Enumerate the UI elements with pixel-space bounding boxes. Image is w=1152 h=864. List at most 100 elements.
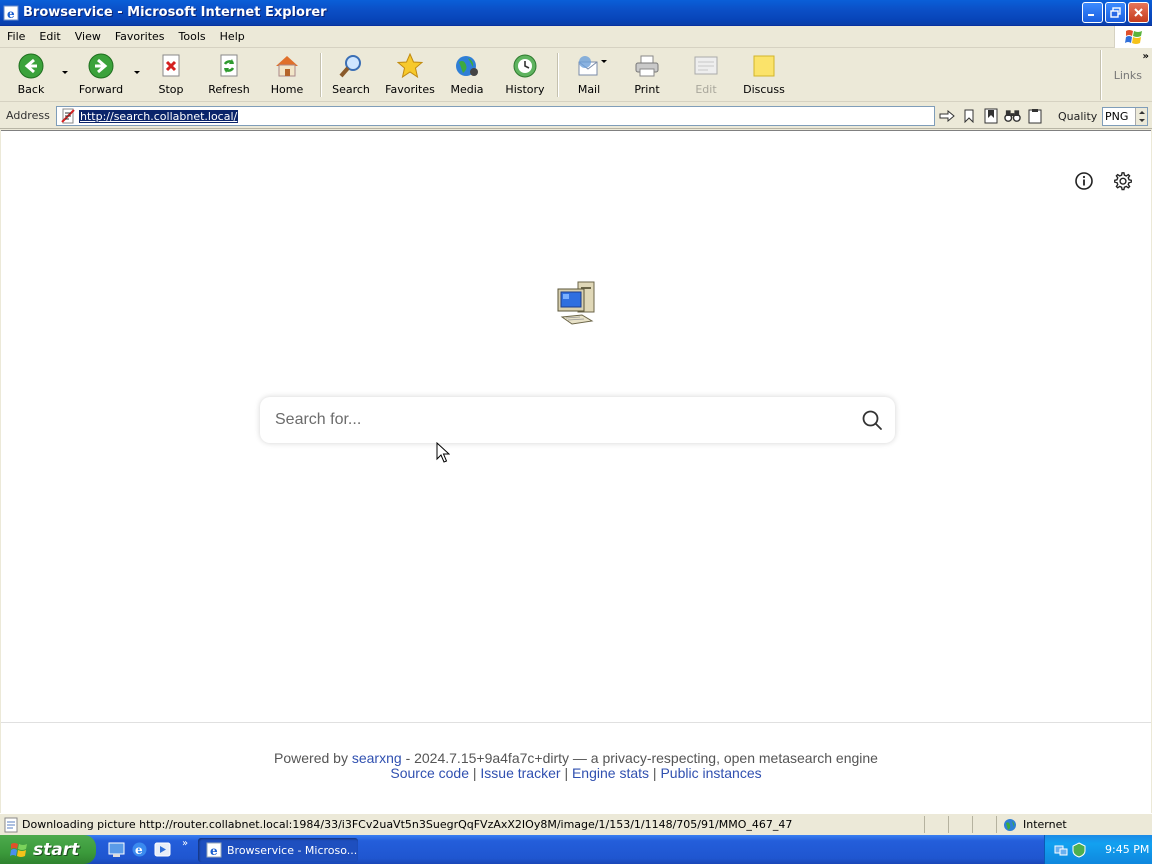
print-label: Print bbox=[634, 83, 660, 96]
page-blocked-icon bbox=[61, 108, 75, 124]
history-label: History bbox=[505, 83, 545, 96]
minimize-button[interactable] bbox=[1082, 2, 1103, 23]
footer-separator: | bbox=[472, 765, 477, 781]
clipboard-icon[interactable] bbox=[1026, 107, 1043, 124]
edit-label: Edit bbox=[695, 83, 717, 96]
taskbar-ie-window[interactable]: e Browservice - Microso... bbox=[198, 838, 358, 862]
status-pane bbox=[948, 816, 972, 833]
forward-label: Forward bbox=[78, 83, 124, 96]
back-arrow-icon bbox=[18, 53, 44, 79]
info-icon[interactable] bbox=[1074, 171, 1094, 191]
menu-view[interactable]: View bbox=[68, 30, 108, 43]
media-button[interactable]: Media bbox=[438, 53, 496, 96]
bookmark-icon[interactable] bbox=[960, 107, 977, 124]
discuss-button[interactable]: Discuss bbox=[735, 53, 793, 96]
footer-separator: | bbox=[652, 765, 657, 781]
start-button[interactable]: start bbox=[0, 835, 96, 864]
restore-icon bbox=[1110, 7, 1121, 18]
zone-label: Internet bbox=[1023, 818, 1067, 831]
menu-file[interactable]: File bbox=[0, 30, 32, 43]
refresh-icon bbox=[220, 54, 238, 77]
issue-tracker-link[interactable]: Issue tracker bbox=[480, 765, 560, 781]
search-toolbar-button[interactable]: Search bbox=[322, 53, 380, 96]
close-button[interactable] bbox=[1128, 2, 1149, 23]
title-bar[interactable]: e Browservice - Microsoft Internet Explo… bbox=[0, 0, 1152, 26]
discuss-label: Discuss bbox=[743, 83, 785, 96]
page-content: Powered by searxng - 2024.7.15+9a4fa7c+d… bbox=[1, 130, 1151, 813]
status-text: Downloading picture http://router.collab… bbox=[22, 818, 793, 831]
go-arrow-icon[interactable] bbox=[938, 107, 955, 124]
toolbar-separator bbox=[1100, 50, 1102, 100]
menu-edit[interactable]: Edit bbox=[32, 30, 67, 43]
quicklaunch-chevron-icon[interactable]: » bbox=[182, 838, 188, 849]
search-toolbar-label: Search bbox=[332, 83, 370, 96]
mouse-cursor-icon bbox=[436, 442, 450, 463]
toolbar: Back Forward Stop Refresh Home Search Fa… bbox=[0, 49, 1152, 102]
bookmarks-list-icon[interactable] bbox=[982, 107, 999, 124]
forward-dropdown-arrow[interactable] bbox=[134, 71, 140, 74]
network-tray-icon[interactable] bbox=[1053, 842, 1069, 858]
source-code-link[interactable]: Source code bbox=[390, 765, 469, 781]
security-tray-icon[interactable] bbox=[1071, 841, 1087, 858]
back-button[interactable]: Back bbox=[2, 53, 60, 96]
home-button[interactable]: Home bbox=[258, 53, 316, 96]
stop-button[interactable]: Stop bbox=[142, 53, 200, 96]
links-button[interactable]: Links bbox=[1114, 69, 1142, 82]
ie-app-icon: e bbox=[3, 5, 19, 21]
search-input[interactable] bbox=[275, 405, 835, 435]
refresh-label: Refresh bbox=[208, 83, 250, 96]
media-label: Media bbox=[450, 83, 484, 96]
toolbar-separator bbox=[557, 53, 559, 97]
menu-tools[interactable]: Tools bbox=[172, 30, 213, 43]
favorites-button[interactable]: Favorites bbox=[381, 53, 439, 96]
security-zone[interactable]: Internet bbox=[996, 816, 1067, 833]
menu-help[interactable]: Help bbox=[213, 30, 252, 43]
history-button[interactable]: History bbox=[496, 53, 554, 96]
history-clock-icon bbox=[513, 54, 537, 78]
search-icon[interactable] bbox=[861, 409, 883, 431]
quality-label: Quality bbox=[1058, 110, 1098, 123]
forward-button[interactable]: Forward bbox=[72, 53, 130, 96]
windows-logo-icon bbox=[10, 842, 27, 857]
powered-by-text: Powered by bbox=[274, 750, 348, 766]
back-dropdown-arrow[interactable] bbox=[62, 71, 68, 74]
restore-button[interactable] bbox=[1105, 2, 1126, 23]
mail-button[interactable]: Mail bbox=[560, 53, 618, 96]
find-binoculars-icon[interactable] bbox=[1004, 107, 1021, 124]
refresh-button[interactable]: Refresh bbox=[200, 53, 258, 96]
quality-spinner[interactable] bbox=[1135, 108, 1147, 125]
media-quicklaunch-icon[interactable] bbox=[154, 841, 171, 858]
engine-stats-link[interactable]: Engine stats bbox=[572, 765, 649, 781]
taskbar: start e » e Browservice - Microso... 9:4… bbox=[0, 835, 1152, 864]
links-chevron-icon[interactable]: » bbox=[1143, 51, 1149, 62]
internet-globe-icon bbox=[1004, 818, 1016, 831]
mail-dropdown-arrow[interactable] bbox=[601, 60, 607, 63]
search-box bbox=[260, 397, 895, 443]
quality-select[interactable]: PNG bbox=[1102, 107, 1148, 126]
printer-icon bbox=[635, 55, 659, 77]
favorites-label: Favorites bbox=[385, 83, 435, 96]
ie-quicklaunch-icon[interactable]: e bbox=[131, 841, 148, 858]
taskbar-item-label: Browservice - Microso... bbox=[227, 843, 358, 857]
searxng-link[interactable]: searxng bbox=[352, 750, 402, 766]
public-instances-link[interactable]: Public instances bbox=[660, 765, 761, 781]
svg-text:e: e bbox=[7, 7, 15, 21]
back-label: Back bbox=[17, 83, 45, 96]
address-input[interactable]: http://search.collabnet.local/ bbox=[56, 106, 935, 126]
footer-powered-line: Powered by searxng - 2024.7.15+9a4fa7c+d… bbox=[1, 750, 1151, 766]
edit-button[interactable]: Edit bbox=[677, 53, 735, 96]
stop-label: Stop bbox=[158, 83, 184, 96]
desktop-quicklaunch-icon[interactable] bbox=[108, 841, 125, 858]
windows-flag-icon bbox=[1114, 26, 1152, 48]
gear-icon[interactable] bbox=[1112, 170, 1134, 192]
home-label: Home bbox=[270, 83, 304, 96]
mail-label: Mail bbox=[577, 83, 601, 96]
forward-arrow-icon bbox=[88, 53, 114, 79]
menu-favorites[interactable]: Favorites bbox=[108, 30, 172, 43]
quick-launch: e bbox=[108, 841, 171, 858]
minimize-icon bbox=[1088, 14, 1094, 16]
ie-window-icon: e bbox=[206, 842, 222, 858]
print-button[interactable]: Print bbox=[618, 53, 676, 96]
address-url[interactable]: http://search.collabnet.local/ bbox=[79, 109, 239, 123]
address-bar: Address http://search.collabnet.local/ Q… bbox=[0, 103, 1152, 129]
